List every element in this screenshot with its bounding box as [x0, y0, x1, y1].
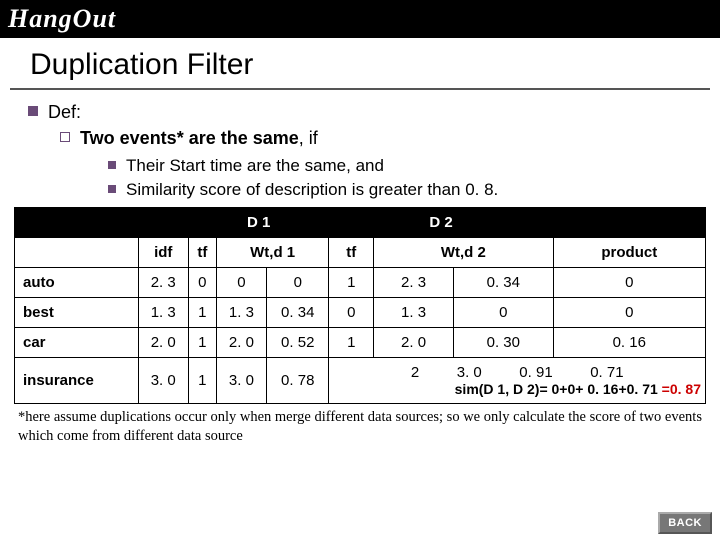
- th-blank: [15, 208, 139, 238]
- open-square-bullet-icon: [60, 132, 70, 142]
- th-blank: [15, 238, 139, 268]
- back-button[interactable]: BACK: [658, 512, 712, 534]
- sim-formula: sim(D 1, D 2)= 0+0+ 0. 16+0. 71 =0. 87: [333, 381, 701, 397]
- table-row: auto2. 300012. 30. 340: [15, 268, 706, 298]
- sim-cell: 2 3. 0 0. 91 0. 71 sim(D 1, D 2)= 0+0+ 0…: [329, 358, 706, 404]
- similarity-table: D 1 D 2 idf tf Wt,d 1 tf Wt,d 2 product …: [14, 207, 706, 404]
- square-bullet-icon: [28, 106, 38, 116]
- bullet-cond1: Their Start time are the same, and: [108, 155, 692, 178]
- th-wtd1: Wt,d 1: [216, 238, 329, 268]
- th-d2: D 2: [329, 208, 553, 238]
- def-label: Def:: [48, 100, 81, 124]
- content: Def: Two events* are the same, if Their …: [0, 100, 720, 201]
- bullet-same: Two events* are the same, if: [60, 126, 692, 150]
- square-bullet-icon: [108, 161, 116, 169]
- th-idf: idf: [138, 238, 188, 268]
- footnote: *here assume duplications occur only whe…: [0, 404, 720, 444]
- th-blank: [553, 208, 705, 238]
- th-d1: D 1: [188, 208, 329, 238]
- table-row: insurance3. 013. 00. 78 2 3. 0 0. 91 0. …: [15, 358, 706, 404]
- table-row: car2. 012. 00. 5212. 00. 300. 16: [15, 328, 706, 358]
- same-text: Two events* are the same, if: [80, 126, 318, 150]
- th-wtd2: Wt,d 2: [374, 238, 554, 268]
- th-blank: [138, 208, 188, 238]
- th-tf: tf: [329, 238, 374, 268]
- bullet-cond2: Similarity score of description is great…: [108, 179, 692, 202]
- top-bar: HangOut: [0, 0, 720, 38]
- logo: HangOut: [8, 4, 116, 34]
- th-tf: tf: [188, 238, 216, 268]
- th-product: product: [553, 238, 705, 268]
- slide-title: Duplication Filter: [10, 38, 710, 90]
- square-bullet-icon: [108, 185, 116, 193]
- bullet-def: Def:: [28, 100, 692, 124]
- table-row: best1. 311. 30. 3401. 300: [15, 298, 706, 328]
